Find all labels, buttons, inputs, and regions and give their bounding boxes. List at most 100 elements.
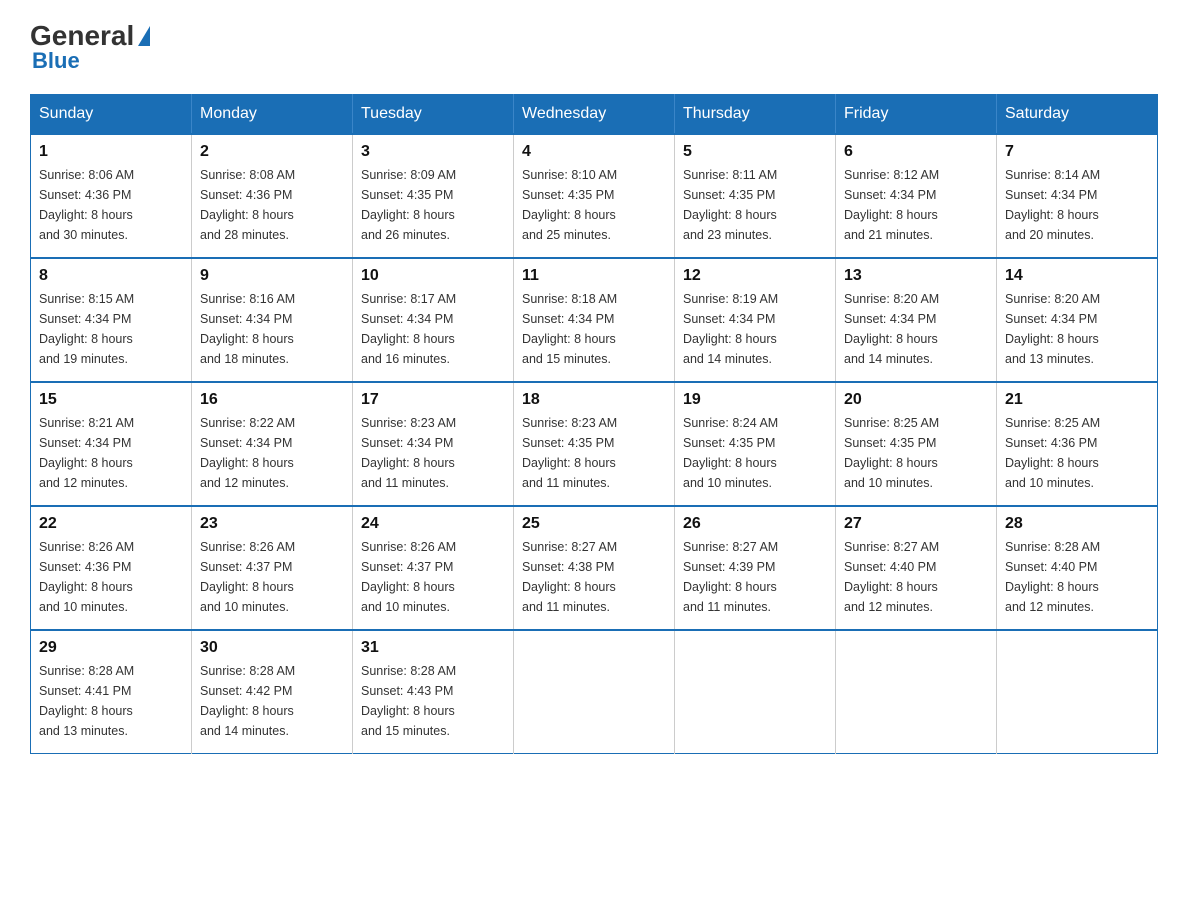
day-info: Sunrise: 8:19 AMSunset: 4:34 PMDaylight:… (683, 289, 827, 369)
day-info: Sunrise: 8:11 AMSunset: 4:35 PMDaylight:… (683, 165, 827, 245)
calendar-cell: 18 Sunrise: 8:23 AMSunset: 4:35 PMDayligh… (514, 382, 675, 506)
calendar-cell: 6 Sunrise: 8:12 AMSunset: 4:34 PMDaylight… (836, 134, 997, 258)
day-info: Sunrise: 8:08 AMSunset: 4:36 PMDaylight:… (200, 165, 344, 245)
day-number: 18 (522, 391, 666, 409)
day-info: Sunrise: 8:28 AMSunset: 4:42 PMDaylight:… (200, 661, 344, 741)
calendar-cell: 14 Sunrise: 8:20 AMSunset: 4:34 PMDayligh… (997, 258, 1158, 382)
calendar-cell: 10 Sunrise: 8:17 AMSunset: 4:34 PMDayligh… (353, 258, 514, 382)
calendar-cell: 3 Sunrise: 8:09 AMSunset: 4:35 PMDaylight… (353, 134, 514, 258)
day-info: Sunrise: 8:09 AMSunset: 4:35 PMDaylight:… (361, 165, 505, 245)
day-info: Sunrise: 8:17 AMSunset: 4:34 PMDaylight:… (361, 289, 505, 369)
calendar-cell: 28 Sunrise: 8:28 AMSunset: 4:40 PMDayligh… (997, 506, 1158, 630)
calendar-week-row: 1 Sunrise: 8:06 AMSunset: 4:36 PMDaylight… (31, 134, 1158, 258)
calendar-cell: 26Sunrise: 8:27 AMSunset: 4:39 PMDayligh… (675, 506, 836, 630)
day-number: 28 (1005, 515, 1149, 533)
calendar-cell: 12Sunrise: 8:19 AMSunset: 4:34 PMDayligh… (675, 258, 836, 382)
calendar-week-row: 8 Sunrise: 8:15 AMSunset: 4:34 PMDaylight… (31, 258, 1158, 382)
day-number: 10 (361, 267, 505, 285)
day-of-week-header: Friday (836, 95, 997, 135)
day-number: 19 (683, 391, 827, 409)
calendar-cell: 25Sunrise: 8:27 AMSunset: 4:38 PMDayligh… (514, 506, 675, 630)
calendar-cell (997, 630, 1158, 754)
day-info: Sunrise: 8:28 AMSunset: 4:41 PMDaylight:… (39, 661, 183, 741)
calendar-cell: 5 Sunrise: 8:11 AMSunset: 4:35 PMDaylight… (675, 134, 836, 258)
calendar-cell (675, 630, 836, 754)
calendar-cell: 7 Sunrise: 8:14 AMSunset: 4:34 PMDaylight… (997, 134, 1158, 258)
day-number: 14 (1005, 267, 1149, 285)
day-number: 24 (361, 515, 505, 533)
calendar-cell: 8 Sunrise: 8:15 AMSunset: 4:34 PMDaylight… (31, 258, 192, 382)
day-info: Sunrise: 8:12 AMSunset: 4:34 PMDaylight:… (844, 165, 988, 245)
calendar-cell: 13Sunrise: 8:20 AMSunset: 4:34 PMDayligh… (836, 258, 997, 382)
day-number: 1 (39, 143, 183, 161)
day-info: Sunrise: 8:10 AMSunset: 4:35 PMDaylight:… (522, 165, 666, 245)
calendar-cell: 4 Sunrise: 8:10 AMSunset: 4:35 PMDaylight… (514, 134, 675, 258)
day-of-week-header: Saturday (997, 95, 1158, 135)
day-info: Sunrise: 8:16 AMSunset: 4:34 PMDaylight:… (200, 289, 344, 369)
calendar-cell: 23Sunrise: 8:26 AMSunset: 4:37 PMDayligh… (192, 506, 353, 630)
day-of-week-header: Tuesday (353, 95, 514, 135)
calendar-cell (514, 630, 675, 754)
day-info: Sunrise: 8:24 AMSunset: 4:35 PMDaylight:… (683, 413, 827, 493)
day-number: 4 (522, 143, 666, 161)
day-number: 21 (1005, 391, 1149, 409)
day-info: Sunrise: 8:25 AMSunset: 4:36 PMDaylight:… (1005, 413, 1149, 493)
day-info: Sunrise: 8:20 AMSunset: 4:34 PMDaylight:… (1005, 289, 1149, 369)
day-info: Sunrise: 8:26 AMSunset: 4:37 PMDaylight:… (200, 537, 344, 617)
day-number: 16 (200, 391, 344, 409)
calendar-cell: 22Sunrise: 8:26 AMSunset: 4:36 PMDayligh… (31, 506, 192, 630)
day-number: 26 (683, 515, 827, 533)
calendar-cell: 19 Sunrise: 8:24 AMSunset: 4:35 PMDayligh… (675, 382, 836, 506)
day-number: 9 (200, 267, 344, 285)
day-of-week-header: Wednesday (514, 95, 675, 135)
day-info: Sunrise: 8:28 AMSunset: 4:43 PMDaylight:… (361, 661, 505, 741)
day-info: Sunrise: 8:18 AMSunset: 4:34 PMDaylight:… (522, 289, 666, 369)
day-number: 5 (683, 143, 827, 161)
day-number: 31 (361, 639, 505, 657)
day-info: Sunrise: 8:23 AMSunset: 4:34 PMDaylight:… (361, 413, 505, 493)
day-of-week-header: Sunday (31, 95, 192, 135)
day-info: Sunrise: 8:14 AMSunset: 4:34 PMDaylight:… (1005, 165, 1149, 245)
calendar-week-row: 22Sunrise: 8:26 AMSunset: 4:36 PMDayligh… (31, 506, 1158, 630)
day-info: Sunrise: 8:28 AMSunset: 4:40 PMDaylight:… (1005, 537, 1149, 617)
day-number: 30 (200, 639, 344, 657)
logo-triangle-icon (138, 26, 150, 46)
day-number: 7 (1005, 143, 1149, 161)
day-number: 3 (361, 143, 505, 161)
day-number: 27 (844, 515, 988, 533)
day-info: Sunrise: 8:23 AMSunset: 4:35 PMDaylight:… (522, 413, 666, 493)
calendar-cell: 2Sunrise: 8:08 AMSunset: 4:36 PMDaylight… (192, 134, 353, 258)
calendar-week-row: 29Sunrise: 8:28 AMSunset: 4:41 PMDayligh… (31, 630, 1158, 754)
day-info: Sunrise: 8:26 AMSunset: 4:36 PMDaylight:… (39, 537, 183, 617)
day-info: Sunrise: 8:21 AMSunset: 4:34 PMDaylight:… (39, 413, 183, 493)
day-number: 6 (844, 143, 988, 161)
calendar-cell: 21 Sunrise: 8:25 AMSunset: 4:36 PMDayligh… (997, 382, 1158, 506)
logo-blue-text (134, 26, 152, 46)
calendar-cell: 9 Sunrise: 8:16 AMSunset: 4:34 PMDaylight… (192, 258, 353, 382)
day-info: Sunrise: 8:26 AMSunset: 4:37 PMDaylight:… (361, 537, 505, 617)
calendar-cell: 29Sunrise: 8:28 AMSunset: 4:41 PMDayligh… (31, 630, 192, 754)
logo-sub-text: Blue (30, 48, 80, 74)
calendar-cell: 24 Sunrise: 8:26 AMSunset: 4:37 PMDayligh… (353, 506, 514, 630)
day-info: Sunrise: 8:22 AMSunset: 4:34 PMDaylight:… (200, 413, 344, 493)
day-number: 8 (39, 267, 183, 285)
calendar-cell: 31 Sunrise: 8:28 AMSunset: 4:43 PMDayligh… (353, 630, 514, 754)
day-info: Sunrise: 8:15 AMSunset: 4:34 PMDaylight:… (39, 289, 183, 369)
calendar-cell (836, 630, 997, 754)
day-info: Sunrise: 8:06 AMSunset: 4:36 PMDaylight:… (39, 165, 183, 245)
calendar-cell: 1 Sunrise: 8:06 AMSunset: 4:36 PMDaylight… (31, 134, 192, 258)
calendar-cell: 20Sunrise: 8:25 AMSunset: 4:35 PMDayligh… (836, 382, 997, 506)
page-header: General Blue (30, 20, 1158, 74)
day-number: 20 (844, 391, 988, 409)
calendar-table: SundayMondayTuesdayWednesdayThursdayFrid… (30, 94, 1158, 754)
day-number: 11 (522, 267, 666, 285)
calendar-cell: 16 Sunrise: 8:22 AMSunset: 4:34 PMDayligh… (192, 382, 353, 506)
day-info: Sunrise: 8:20 AMSunset: 4:34 PMDaylight:… (844, 289, 988, 369)
calendar-cell: 30 Sunrise: 8:28 AMSunset: 4:42 PMDayligh… (192, 630, 353, 754)
calendar-header-row: SundayMondayTuesdayWednesdayThursdayFrid… (31, 95, 1158, 135)
calendar-cell: 27Sunrise: 8:27 AMSunset: 4:40 PMDayligh… (836, 506, 997, 630)
day-info: Sunrise: 8:27 AMSunset: 4:38 PMDaylight:… (522, 537, 666, 617)
day-of-week-header: Monday (192, 95, 353, 135)
calendar-week-row: 15Sunrise: 8:21 AMSunset: 4:34 PMDayligh… (31, 382, 1158, 506)
calendar-cell: 17Sunrise: 8:23 AMSunset: 4:34 PMDayligh… (353, 382, 514, 506)
